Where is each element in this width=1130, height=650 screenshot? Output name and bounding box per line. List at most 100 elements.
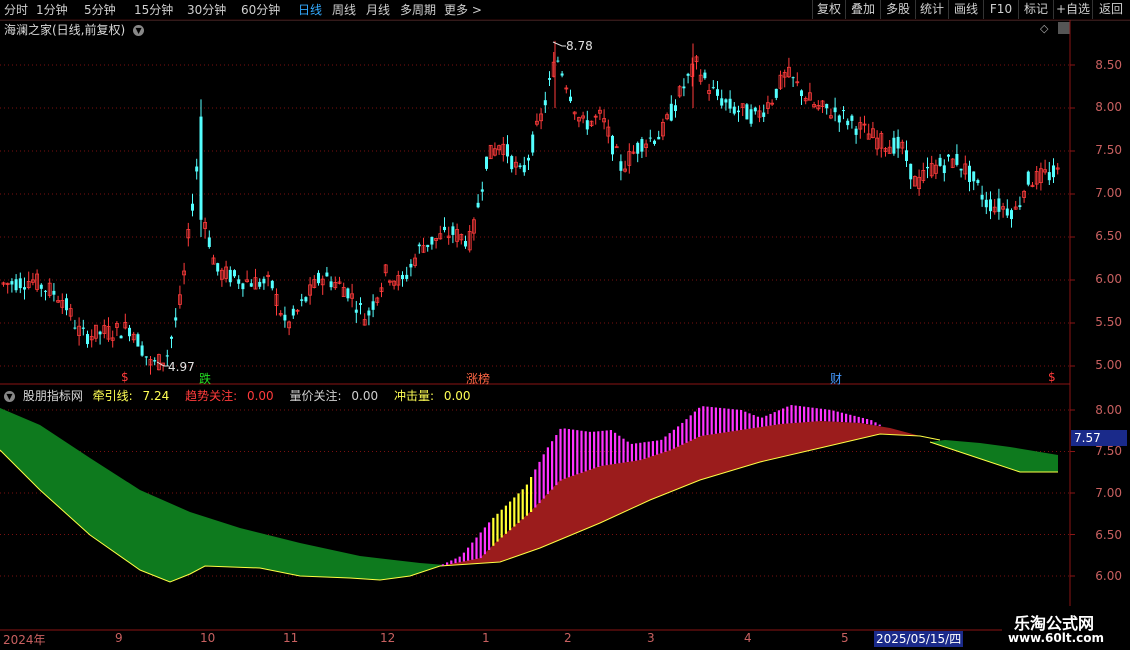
candle-body [426,244,430,248]
event-marker-dividend[interactable]: $ [121,370,129,384]
candle-body [976,180,980,184]
impact-bar [710,407,713,435]
candle-body [800,90,803,97]
candle-body [611,135,614,155]
candle-body [522,165,526,173]
impact-bar [441,564,444,566]
impact-bar [584,431,587,472]
impact-bar [719,407,722,434]
candle-body [728,98,732,109]
candle-body [837,115,841,123]
impact-bar [761,417,764,427]
impact-bar [723,408,726,433]
impact-bar [559,428,562,481]
candle-body [195,166,199,172]
watermark-url: www.60lt.com [1008,631,1105,645]
candle-body [846,120,850,126]
event-marker-fall[interactable]: 跌 [199,370,211,387]
candle-body [283,314,287,321]
impact-bar [450,560,453,564]
event-marker-finance[interactable]: 财 [830,370,842,387]
impact-bar [803,406,806,423]
candle-body [720,98,724,106]
impact-bar [693,411,696,439]
candle-body [892,137,896,154]
candle-body [485,156,488,169]
impact-bar [836,411,839,422]
candle-body [136,334,140,347]
date-label: 10 [200,631,216,645]
impact-bar [870,420,873,425]
candle-body [346,288,350,299]
chevron-down-icon[interactable]: ▼ [4,391,15,402]
impact-bar [857,416,860,423]
impact-bar [782,408,785,424]
candle-body [44,290,47,292]
candle-body [228,269,232,283]
impact-bar [521,489,524,520]
candle-body [682,86,686,89]
impact-bar [500,509,503,538]
impact-bar [639,442,642,461]
low-price-label: 4.97 [168,360,195,374]
candle-body [417,244,421,247]
impact-bar [702,406,705,436]
candle-body [569,96,572,102]
price-tick: 8.00 [1095,100,1122,114]
candle-body [619,161,623,171]
candle-body [317,272,320,284]
candle-body [300,299,304,301]
candle-body [140,345,144,356]
candle-body [745,104,749,120]
candle-body [833,107,837,113]
indicator-field-volume-price: 量价关注: 0.00 [289,389,379,403]
impact-bar [643,442,646,459]
impact-bar [656,440,659,455]
candle-body [14,279,18,291]
impact-bar [622,438,625,463]
indicator-field-trend: 趋势关注: 0.00 [185,389,274,403]
candle-body [905,150,908,161]
impact-bar [815,408,818,422]
candle-body [732,106,736,114]
impact-bar [492,517,495,546]
candle-body [409,263,413,268]
candle-body [174,317,178,321]
date-label: 5 [841,631,849,645]
impact-bar [593,431,596,469]
candle-body [304,297,308,302]
impact-bar [706,406,709,436]
candle-body [980,194,984,200]
candle-body [65,298,68,311]
candle-body [686,73,690,76]
candle-body [39,284,43,289]
event-marker-rank[interactable]: 涨榜 [466,370,490,387]
candle-body [1052,165,1055,178]
impact-bar [546,447,549,495]
candle-body [909,163,913,180]
event-marker-dividend-2[interactable]: $ [1048,370,1056,384]
price-tick: 8.50 [1095,58,1122,72]
candle-body [653,140,656,144]
candle-body [405,274,409,279]
impact-bar [861,417,864,424]
candle-body [52,290,56,295]
candle-body [86,334,89,345]
bearish-band [930,440,1058,472]
impact-bar [685,419,688,443]
impact-bar [740,410,743,430]
candle-body [955,154,959,165]
candle-body [241,283,245,290]
impact-bar [475,537,478,559]
price-tick: 7.50 [1095,143,1122,157]
candle-body [942,165,946,174]
impact-bar [530,477,533,512]
candle-body [1010,210,1013,220]
candle-body [648,137,652,139]
candle-body [737,110,740,113]
candle-body [464,240,467,247]
price-tick: 6.00 [1095,272,1122,286]
candle-body [401,274,404,280]
candle-body [506,144,509,157]
candle-body [23,287,26,290]
